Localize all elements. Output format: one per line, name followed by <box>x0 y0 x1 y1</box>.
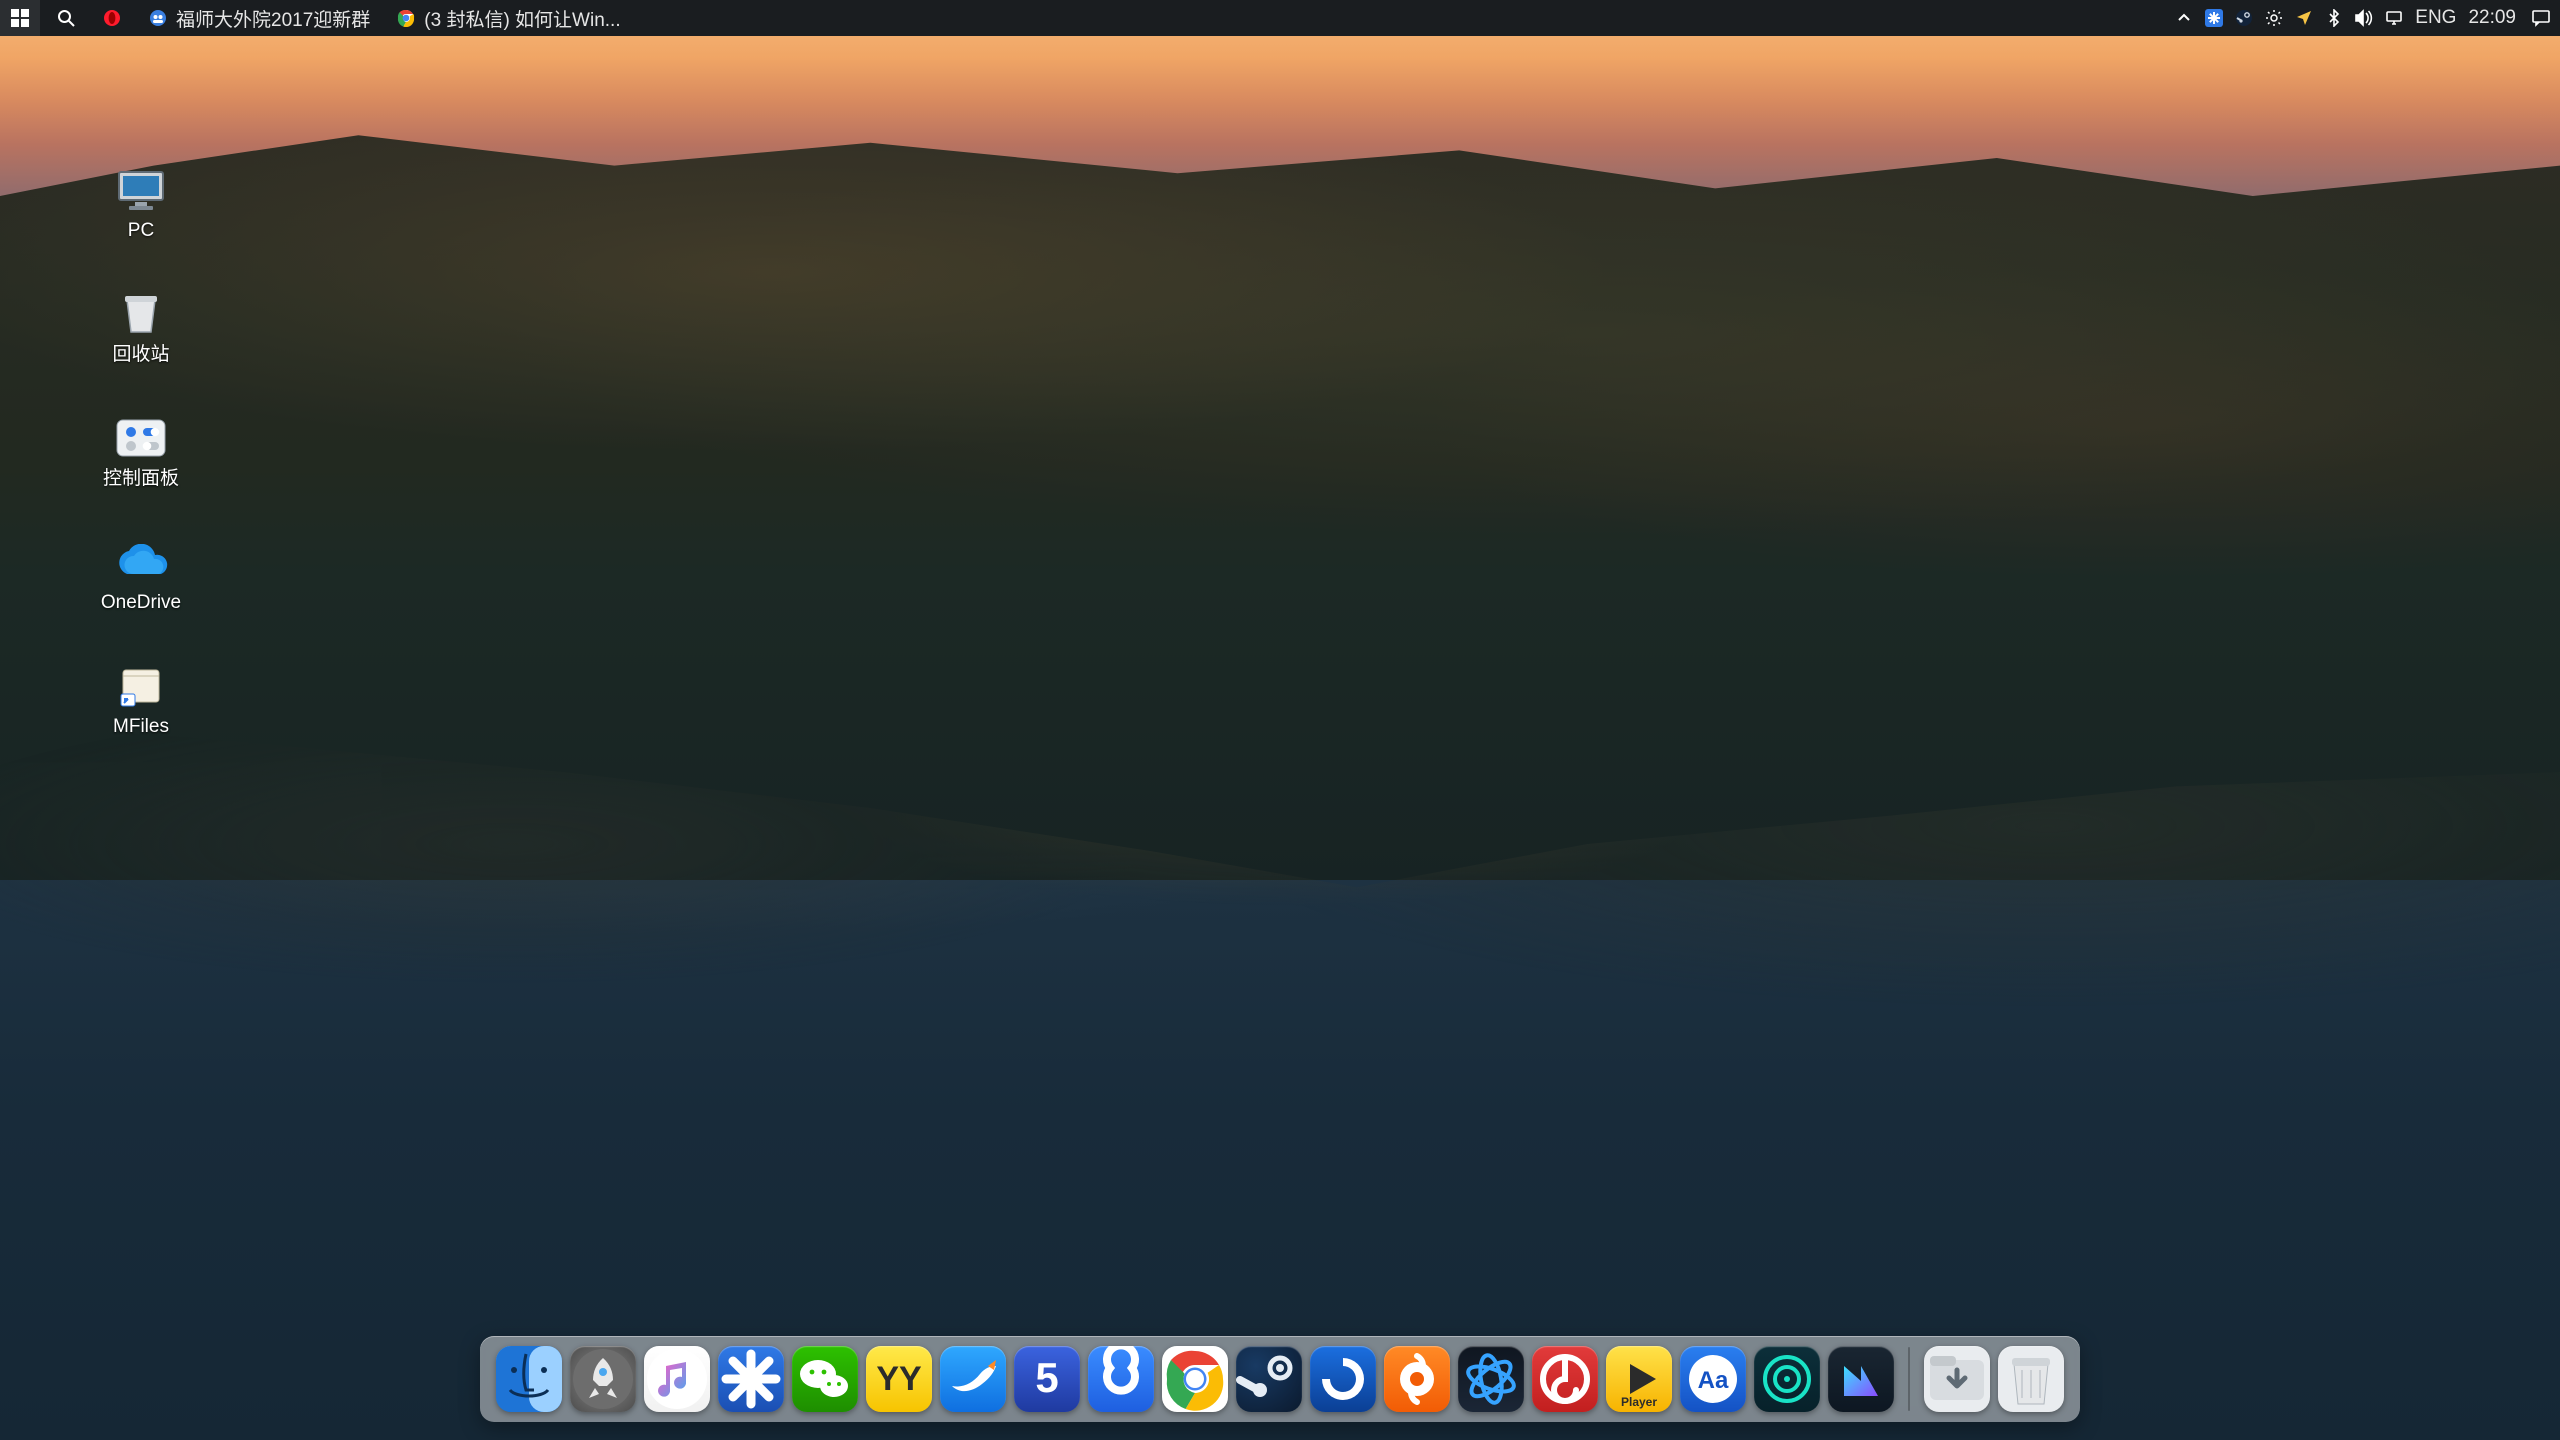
dock-uplay[interactable] <box>1308 1344 1378 1414</box>
dock-chrome[interactable] <box>1160 1344 1230 1414</box>
dock-wechat[interactable] <box>790 1344 860 1414</box>
system-tray: ENG 22:09 <box>2169 0 2560 36</box>
taskbar-app-qq-group-label: 福师大外院2017迎新群 <box>176 5 370 32</box>
dock-music[interactable] <box>642 1344 712 1414</box>
windows-logo-icon <box>10 8 30 28</box>
desktop-icon-onedrive-label: OneDrive <box>101 592 181 615</box>
dock-netease[interactable] <box>1530 1344 1600 1414</box>
dock-eudic[interactable]: Aa <box>1678 1344 1748 1414</box>
taskbar-search-button[interactable] <box>46 0 86 36</box>
dock-thunder[interactable] <box>938 1344 1008 1414</box>
dock-origin[interactable] <box>1382 1344 1452 1414</box>
dock-launchpad[interactable] <box>568 1344 638 1414</box>
svg-text:YY: YY <box>876 1360 922 1398</box>
tray-network-icon[interactable] <box>2379 0 2409 36</box>
svg-text:Aa: Aa <box>1698 1367 1729 1394</box>
dock-target[interactable] <box>1752 1344 1822 1414</box>
tray-volume-icon[interactable] <box>2349 0 2379 36</box>
pc-icon <box>113 166 169 214</box>
tray-location-icon[interactable] <box>2289 0 2319 36</box>
desktop-icon-recycle-bin[interactable]: 回收站 <box>66 290 216 367</box>
taskbar-app-opera[interactable] <box>92 0 132 36</box>
folder-shortcut-icon <box>113 662 169 710</box>
tray-language[interactable]: ENG <box>2409 7 2462 29</box>
dock-baidu-pan[interactable] <box>1086 1344 1156 1414</box>
tray-expand-button[interactable] <box>2169 0 2199 36</box>
dock-five[interactable]: 5 <box>1012 1344 1082 1414</box>
dock-yy[interactable]: YY <box>864 1344 934 1414</box>
desktop-icon-recycle-bin-label: 回收站 <box>112 344 169 367</box>
dock-separator <box>1908 1347 1910 1411</box>
dock-trash[interactable] <box>1996 1344 2066 1414</box>
dock-potplayer[interactable]: Player <box>1604 1344 1674 1414</box>
dock-inner: YY 5 Player Aa <box>480 1336 2080 1422</box>
dock-finder[interactable] <box>494 1344 564 1414</box>
dock-downloads[interactable] <box>1922 1344 1992 1414</box>
dock-steam[interactable] <box>1234 1344 1304 1414</box>
dock: YY 5 Player Aa <box>480 1336 2080 1422</box>
taskbar-left: 福师大外院2017迎新群 (3 封私信) 如何让Win... <box>0 0 631 36</box>
control-panel-icon <box>113 414 169 462</box>
tray-bluetooth-icon[interactable] <box>2319 0 2349 36</box>
tray-steam-icon[interactable] <box>2229 0 2259 36</box>
start-button[interactable] <box>0 0 40 36</box>
taskbar: 福师大外院2017迎新群 (3 封私信) 如何让Win... <box>0 0 2560 36</box>
search-icon <box>56 8 76 28</box>
chrome-icon <box>396 8 416 28</box>
desktop-icon-mfiles-label: MFiles <box>113 716 169 739</box>
svg-text:Player: Player <box>1621 1395 1657 1409</box>
desktop-icon-mfiles[interactable]: MFiles <box>66 662 216 739</box>
desktop-icon-pc[interactable]: PC <box>66 166 216 243</box>
desktop-icon-pc-label: PC <box>128 220 154 243</box>
dock-battlenet[interactable] <box>1456 1344 1526 1414</box>
dock-tim[interactable] <box>716 1344 786 1414</box>
onedrive-icon <box>113 538 169 586</box>
desktop-icon-onedrive[interactable]: OneDrive <box>66 538 216 615</box>
tray-settings-icon[interactable] <box>2259 0 2289 36</box>
dock-filmora[interactable] <box>1826 1344 1896 1414</box>
svg-text:5: 5 <box>1035 1354 1058 1401</box>
tray-action-center-button[interactable] <box>2522 0 2560 36</box>
qq-group-icon <box>148 8 168 28</box>
taskbar-app-chrome[interactable]: (3 封私信) 如何让Win... <box>386 0 630 36</box>
taskbar-app-chrome-label: (3 封私信) 如何让Win... <box>424 5 620 32</box>
recycle-bin-icon <box>113 290 169 338</box>
taskbar-app-qq-group[interactable]: 福师大外院2017迎新群 <box>138 0 380 36</box>
desktop-icon-control-panel[interactable]: 控制面板 <box>66 414 216 491</box>
tray-clock[interactable]: 22:09 <box>2462 7 2522 29</box>
opera-icon <box>102 8 122 28</box>
desktop[interactable]: PC 回收站 控制面板 OneDrive MFiles <box>0 36 2560 1440</box>
desktop-icon-control-panel-label: 控制面板 <box>103 468 179 491</box>
tray-tim-icon[interactable] <box>2199 0 2229 36</box>
